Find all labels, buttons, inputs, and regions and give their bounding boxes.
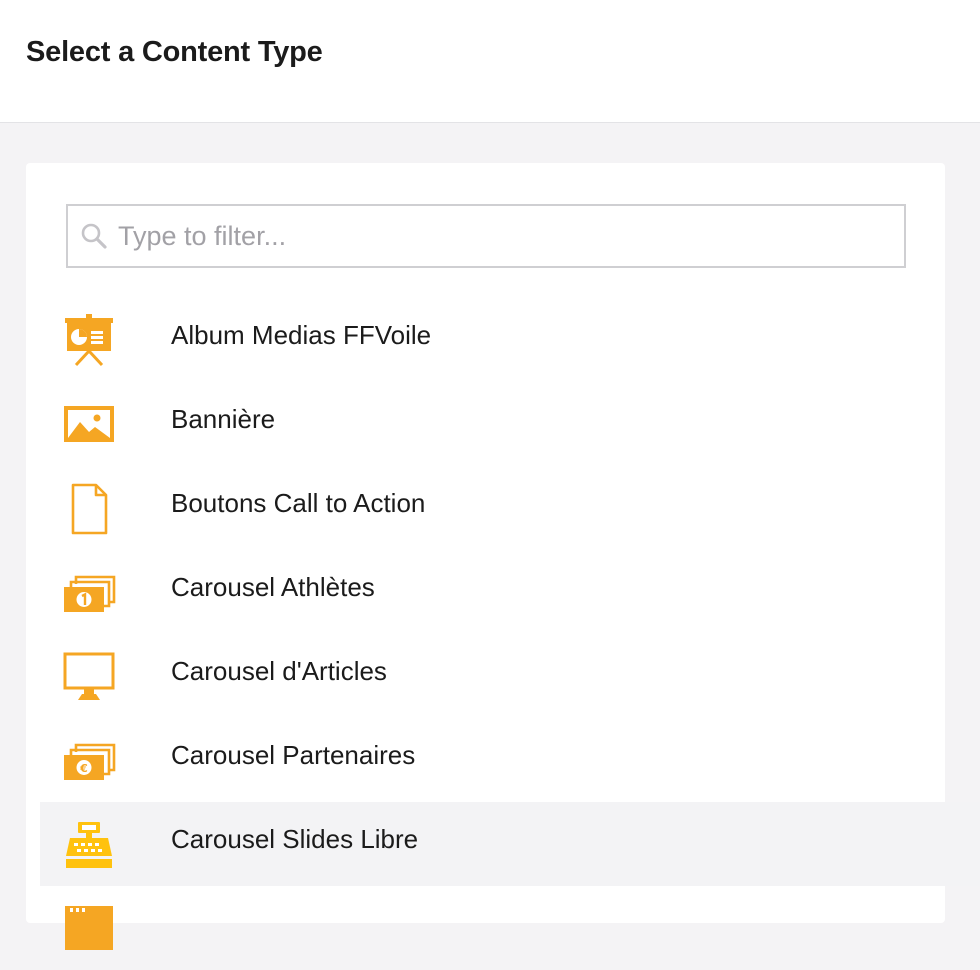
list-item[interactable]: Carousel d'Articles xyxy=(40,634,954,718)
money-stack-icon xyxy=(64,575,116,612)
list-item[interactable]: Bannière xyxy=(40,382,954,466)
item-label: Boutons Call to Action xyxy=(171,488,426,518)
document-icon xyxy=(71,483,108,535)
list-item[interactable]: Album Medias FFVoile xyxy=(40,298,954,382)
dialog-header: Select a Content Type xyxy=(0,0,980,123)
euro-bills-icon: € xyxy=(64,743,116,780)
monitor-icon xyxy=(63,652,115,700)
list-item[interactable]: Carousel Athlètes xyxy=(40,550,954,634)
cash-register-icon xyxy=(66,822,112,868)
list-item[interactable] xyxy=(40,886,954,970)
list-item[interactable]: Boutons Call to Action xyxy=(40,466,954,550)
content-type-list: Album Medias FFVoile Bannière Boutons Ca… xyxy=(0,298,980,970)
item-label: Carousel Athlètes xyxy=(171,572,375,602)
svg-text:€: € xyxy=(79,762,88,775)
item-label: Bannière xyxy=(171,404,276,434)
item-label: Album Medias FFVoile xyxy=(171,320,432,350)
list-item[interactable]: Carousel Slides Libre xyxy=(40,802,980,886)
item-label: Carousel d'Articles xyxy=(171,656,387,686)
item-label: Carousel Partenaires xyxy=(171,740,416,770)
search-icon xyxy=(81,223,107,249)
calendar-icon xyxy=(65,906,113,950)
filter-input[interactable] xyxy=(118,214,888,258)
presentation-board-icon xyxy=(65,314,113,367)
item-label: Carousel Slides Libre xyxy=(171,824,419,854)
picture-icon xyxy=(64,406,114,442)
list-item[interactable]: € Carousel Partenaires xyxy=(40,718,954,802)
page-title: Select a Content Type xyxy=(26,36,323,68)
filter-box[interactable] xyxy=(66,204,906,268)
